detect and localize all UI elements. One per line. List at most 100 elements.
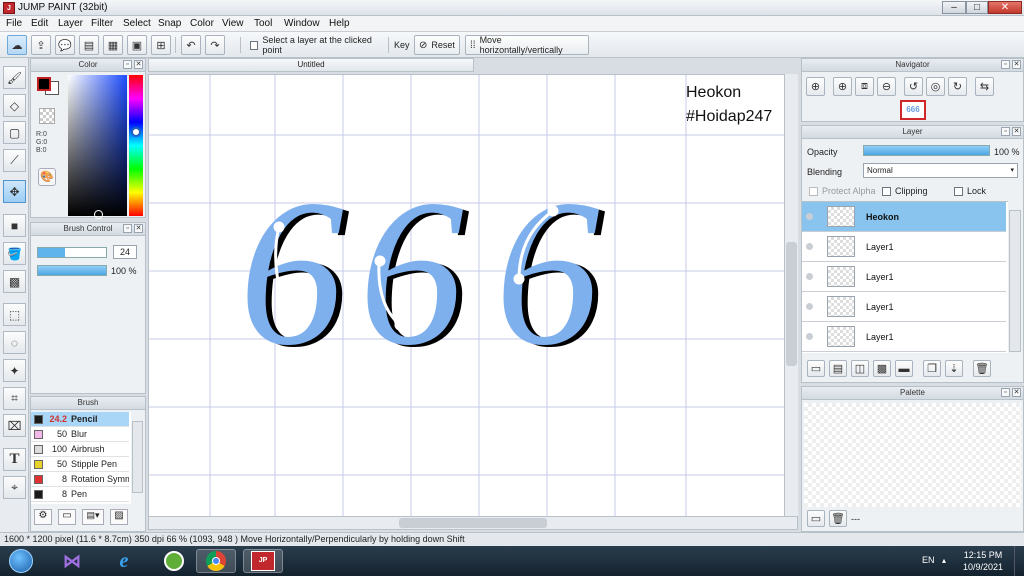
brush-size-slider[interactable]: [37, 247, 107, 258]
comment-icon[interactable]: 💬: [55, 35, 75, 55]
start-button[interactable]: [2, 549, 40, 573]
menu-view[interactable]: View: [222, 18, 244, 29]
undo-icon[interactable]: ↶: [181, 35, 201, 55]
clipping-checkbox[interactable]: [882, 186, 891, 196]
layer-row[interactable]: Layer1: [802, 322, 1006, 352]
layer-row[interactable]: Heokon: [802, 202, 1006, 232]
saturation-value-picker[interactable]: [68, 75, 127, 219]
cloud-icon[interactable]: ☁: [7, 35, 27, 55]
document-icon[interactable]: ▦: [103, 35, 123, 55]
magic-wand-tool-icon[interactable]: ✦: [3, 359, 26, 382]
palette-picker-icon[interactable]: 🎨: [38, 168, 56, 186]
lock-option[interactable]: Lock: [954, 186, 986, 196]
rectangle-tool-icon[interactable]: ▢: [3, 121, 26, 144]
menu-window[interactable]: Window: [284, 18, 320, 29]
menu-filter[interactable]: Filter: [91, 18, 113, 29]
brush-list-scrollbar[interactable]: [132, 421, 143, 493]
brush-menu-icon[interactable]: ▤▾: [82, 509, 104, 525]
menu-edit[interactable]: Edit: [31, 18, 48, 29]
horizontal-scroll-thumb[interactable]: [399, 518, 547, 528]
brush-item[interactable]: 100 Airbrush: [31, 442, 129, 457]
menu-help[interactable]: Help: [329, 18, 350, 29]
panel-float-icon[interactable]: ▫: [123, 60, 132, 69]
text-tool-icon[interactable]: T: [3, 448, 26, 471]
brush-item[interactable]: 8 Pen: [31, 487, 129, 502]
hue-slider[interactable]: [129, 75, 143, 216]
eraser-tool-icon[interactable]: ◇: [3, 94, 26, 117]
menu-layer[interactable]: Layer: [58, 18, 83, 29]
move-tool-icon[interactable]: ✥: [3, 180, 26, 203]
panel-float-icon[interactable]: ▫: [123, 224, 132, 233]
new-layer-icon[interactable]: ▭: [807, 360, 825, 377]
panel-close-icon[interactable]: ✕: [134, 60, 143, 69]
palette-swatch-area[interactable]: [804, 403, 1021, 507]
brush-item[interactable]: 8 Rotation Symm: [31, 472, 129, 487]
merge-layer-icon[interactable]: ⇣: [945, 360, 963, 377]
lasso-tool-icon[interactable]: ◌: [3, 331, 26, 354]
layer-list-scrollbar[interactable]: [1009, 210, 1021, 352]
brush-copy-icon[interactable]: ▨: [110, 509, 128, 525]
rotate-right-icon[interactable]: ↻: [948, 77, 967, 96]
taskbar-jump-paint[interactable]: JP: [243, 549, 283, 573]
protect-alpha-checkbox[interactable]: [809, 186, 818, 196]
brush-opacity-slider[interactable]: [37, 265, 107, 276]
new-halftone-layer-icon[interactable]: ▩: [873, 360, 891, 377]
new-file-icon[interactable]: ▤: [79, 35, 99, 55]
minimize-button[interactable]: –: [942, 1, 966, 14]
menu-select[interactable]: Select: [123, 18, 151, 29]
zoom-icon[interactable]: ⊕: [833, 77, 852, 96]
brush-tool-icon[interactable]: 🖌: [3, 66, 26, 89]
navigator-thumbnail[interactable]: 666: [900, 100, 926, 120]
clock[interactable]: 12:15 PM 10/9/2021: [958, 549, 1008, 573]
eyedropper-tool-icon[interactable]: ⌖: [3, 476, 26, 499]
protect-alpha-option[interactable]: Protect Alpha: [809, 186, 876, 196]
reset-button[interactable]: ⊘ Reset: [414, 35, 460, 55]
panel-float-icon[interactable]: ▫: [1001, 60, 1010, 69]
taskbar-chrome[interactable]: [196, 549, 236, 573]
menu-snap[interactable]: Snap: [158, 18, 181, 29]
rotate-reset-icon[interactable]: ◎: [926, 77, 945, 96]
panel-float-icon[interactable]: ▫: [1001, 127, 1010, 136]
gradient-tool-icon[interactable]: ▩: [3, 270, 26, 293]
new-brush-icon[interactable]: ▭: [58, 509, 76, 525]
select-eraser-tool-icon[interactable]: ⌧: [3, 414, 26, 437]
visibility-icon[interactable]: [806, 273, 813, 280]
visibility-icon[interactable]: [806, 303, 813, 310]
panel-close-icon[interactable]: ✕: [1012, 388, 1021, 397]
language-indicator[interactable]: EN: [922, 555, 935, 565]
delete-layer-icon[interactable]: 🗑: [973, 360, 991, 377]
redo-icon[interactable]: ↷: [205, 35, 225, 55]
bucket-tool-icon[interactable]: 🪣: [3, 242, 26, 265]
select-layer-checkbox[interactable]: [250, 40, 259, 50]
taskbar-ie[interactable]: e: [104, 549, 144, 573]
panel-close-icon[interactable]: ✕: [1012, 60, 1021, 69]
grid-icon[interactable]: ⊞: [151, 35, 171, 55]
brush-item[interactable]: 50 Blur: [31, 427, 129, 442]
rotate-left-icon[interactable]: ↺: [904, 77, 923, 96]
line-tool-icon[interactable]: ⟋: [3, 149, 26, 172]
canvas-horizontal-scrollbar[interactable]: [148, 516, 798, 530]
save-icon[interactable]: ▣: [127, 35, 147, 55]
blending-select[interactable]: Normal ▾: [863, 163, 1018, 178]
select-layer-option[interactable]: Select a layer at the clicked point: [246, 35, 386, 55]
canvas[interactable]: 6 6 6 6 6 6 Heokon #Hoidap247: [148, 74, 798, 518]
fit-icon[interactable]: ⧈: [855, 77, 874, 96]
layer-row[interactable]: Layer1: [802, 232, 1006, 262]
flip-icon[interactable]: ⇆: [975, 77, 994, 96]
layer-opacity-slider[interactable]: [863, 145, 990, 156]
share-icon[interactable]: ⇪: [31, 35, 51, 55]
move-hv-button[interactable]: ⁞⁞ Move horizontally/vertically: [465, 35, 589, 55]
fill-rect-tool-icon[interactable]: ■: [3, 214, 26, 237]
maximize-button[interactable]: □: [966, 1, 988, 14]
hue-slider-handle[interactable]: [131, 127, 141, 137]
zoom-out-icon[interactable]: ⊖: [877, 77, 896, 96]
new-raster-layer-icon[interactable]: ▤: [829, 360, 847, 377]
lock-checkbox[interactable]: [954, 186, 963, 196]
layer-row[interactable]: Layer1: [802, 262, 1006, 292]
select-pen-tool-icon[interactable]: ⌗: [3, 387, 26, 410]
brush-settings-icon[interactable]: ⚙: [34, 509, 52, 525]
taskbar-visual-studio[interactable]: ⋈: [52, 549, 92, 573]
new-8bit-layer-icon[interactable]: ◫: [851, 360, 869, 377]
brush-item[interactable]: 24.2 Pencil: [31, 412, 129, 427]
layer-row[interactable]: Layer1: [802, 292, 1006, 322]
